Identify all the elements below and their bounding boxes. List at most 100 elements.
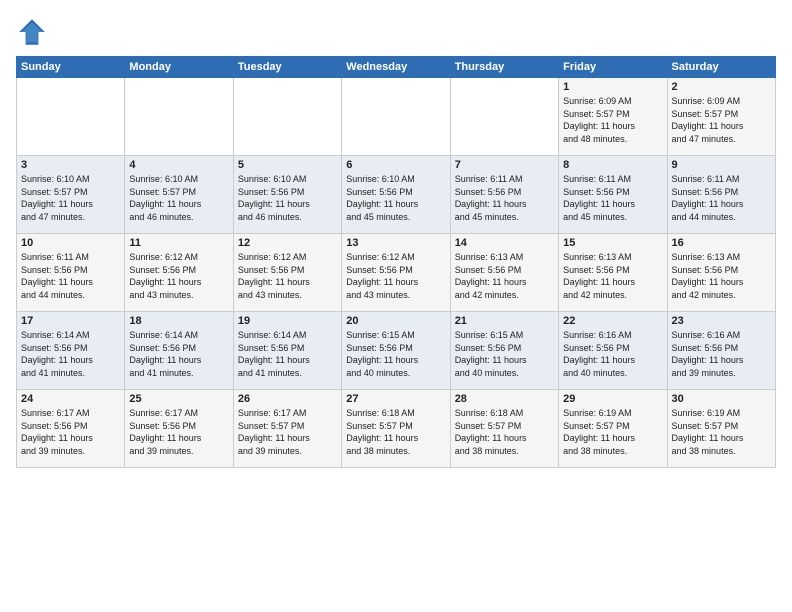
day-number: 23: [672, 315, 771, 327]
day-info: Sunrise: 6:12 AM Sunset: 5:56 PM Dayligh…: [238, 251, 337, 301]
day-cell: 15 Sunrise: 6:13 AM Sunset: 5:56 PM Dayli…: [559, 234, 667, 312]
day-number: 26: [238, 393, 337, 405]
day-cell: 28 Sunrise: 6:18 AM Sunset: 5:57 PM Dayli…: [450, 390, 558, 468]
day-info: Sunrise: 6:19 AM Sunset: 5:57 PM Dayligh…: [563, 407, 662, 457]
col-header-friday: Friday: [559, 57, 667, 78]
day-number: 29: [563, 393, 662, 405]
day-cell: 13 Sunrise: 6:12 AM Sunset: 5:56 PM Dayli…: [342, 234, 450, 312]
day-cell: 29 Sunrise: 6:19 AM Sunset: 5:57 PM Dayli…: [559, 390, 667, 468]
header: [16, 16, 776, 48]
day-info: Sunrise: 6:11 AM Sunset: 5:56 PM Dayligh…: [672, 173, 771, 223]
day-number: 10: [21, 237, 120, 249]
day-info: Sunrise: 6:13 AM Sunset: 5:56 PM Dayligh…: [563, 251, 662, 301]
day-info: Sunrise: 6:11 AM Sunset: 5:56 PM Dayligh…: [563, 173, 662, 223]
week-row-5: 24 Sunrise: 6:17 AM Sunset: 5:56 PM Dayli…: [17, 390, 776, 468]
day-cell: 6 Sunrise: 6:10 AM Sunset: 5:56 PM Daylig…: [342, 156, 450, 234]
day-cell: 7 Sunrise: 6:11 AM Sunset: 5:56 PM Daylig…: [450, 156, 558, 234]
day-number: 6: [346, 159, 445, 171]
day-number: 4: [129, 159, 228, 171]
header-row: SundayMondayTuesdayWednesdayThursdayFrid…: [17, 57, 776, 78]
day-number: 24: [21, 393, 120, 405]
day-info: Sunrise: 6:17 AM Sunset: 5:56 PM Dayligh…: [129, 407, 228, 457]
day-number: 21: [455, 315, 554, 327]
day-info: Sunrise: 6:12 AM Sunset: 5:56 PM Dayligh…: [129, 251, 228, 301]
week-row-1: 1 Sunrise: 6:09 AM Sunset: 5:57 PM Daylig…: [17, 78, 776, 156]
day-number: 7: [455, 159, 554, 171]
day-cell: 12Sunrise: 6:12 AM Sunset: 5:56 PM Dayli…: [233, 234, 341, 312]
day-number: 11: [129, 237, 228, 249]
day-number: 8: [563, 159, 662, 171]
day-info: Sunrise: 6:10 AM Sunset: 5:57 PM Dayligh…: [129, 173, 228, 223]
day-info: Sunrise: 6:09 AM Sunset: 5:57 PM Dayligh…: [672, 95, 771, 145]
page: SundayMondayTuesdayWednesdayThursdayFrid…: [0, 0, 792, 612]
day-info: Sunrise: 6:10 AM Sunset: 5:56 PM Dayligh…: [346, 173, 445, 223]
day-info: Sunrise: 6:15 AM Sunset: 5:56 PM Dayligh…: [346, 329, 445, 379]
day-info: Sunrise: 6:14 AM Sunset: 5:56 PM Dayligh…: [21, 329, 120, 379]
day-cell: 20Sunrise: 6:15 AM Sunset: 5:56 PM Dayli…: [342, 312, 450, 390]
day-info: Sunrise: 6:13 AM Sunset: 5:56 PM Dayligh…: [455, 251, 554, 301]
day-cell: 30 Sunrise: 6:19 AM Sunset: 5:57 PM Dayli…: [667, 390, 775, 468]
day-number: 27: [346, 393, 445, 405]
col-header-saturday: Saturday: [667, 57, 775, 78]
day-number: 19: [238, 315, 337, 327]
day-cell: [125, 78, 233, 156]
day-cell: [233, 78, 341, 156]
day-cell: 2 Sunrise: 6:09 AM Sunset: 5:57 PM Daylig…: [667, 78, 775, 156]
col-header-sunday: Sunday: [17, 57, 125, 78]
day-cell: 14 Sunrise: 6:13 AM Sunset: 5:56 PM Dayli…: [450, 234, 558, 312]
day-info: Sunrise: 6:16 AM Sunset: 5:56 PM Dayligh…: [563, 329, 662, 379]
day-cell: 27 Sunrise: 6:18 AM Sunset: 5:57 PM Dayli…: [342, 390, 450, 468]
day-cell: 5 Sunrise: 6:10 AM Sunset: 5:56 PM Daylig…: [233, 156, 341, 234]
day-number: 5: [238, 159, 337, 171]
day-info: Sunrise: 6:12 AM Sunset: 5:56 PM Dayligh…: [346, 251, 445, 301]
day-number: 1: [563, 81, 662, 93]
day-cell: 26 Sunrise: 6:17 AM Sunset: 5:57 PM Dayli…: [233, 390, 341, 468]
day-cell: 24 Sunrise: 6:17 AM Sunset: 5:56 PM Dayli…: [17, 390, 125, 468]
day-cell: 25 Sunrise: 6:17 AM Sunset: 5:56 PM Dayli…: [125, 390, 233, 468]
calendar-table: SundayMondayTuesdayWednesdayThursdayFrid…: [16, 56, 776, 468]
day-number: 28: [455, 393, 554, 405]
day-number: 13: [346, 237, 445, 249]
day-info: Sunrise: 6:18 AM Sunset: 5:57 PM Dayligh…: [455, 407, 554, 457]
week-row-4: 17Sunrise: 6:14 AM Sunset: 5:56 PM Dayli…: [17, 312, 776, 390]
day-info: Sunrise: 6:14 AM Sunset: 5:56 PM Dayligh…: [238, 329, 337, 379]
day-cell: [17, 78, 125, 156]
col-header-thursday: Thursday: [450, 57, 558, 78]
day-info: Sunrise: 6:10 AM Sunset: 5:57 PM Dayligh…: [21, 173, 120, 223]
day-number: 3: [21, 159, 120, 171]
day-info: Sunrise: 6:11 AM Sunset: 5:56 PM Dayligh…: [21, 251, 120, 301]
day-cell: 9 Sunrise: 6:11 AM Sunset: 5:56 PM Daylig…: [667, 156, 775, 234]
day-info: Sunrise: 6:09 AM Sunset: 5:57 PM Dayligh…: [563, 95, 662, 145]
day-cell: 1 Sunrise: 6:09 AM Sunset: 5:57 PM Daylig…: [559, 78, 667, 156]
day-cell: 22 Sunrise: 6:16 AM Sunset: 5:56 PM Dayli…: [559, 312, 667, 390]
day-number: 9: [672, 159, 771, 171]
day-cell: 8 Sunrise: 6:11 AM Sunset: 5:56 PM Daylig…: [559, 156, 667, 234]
day-info: Sunrise: 6:17 AM Sunset: 5:57 PM Dayligh…: [238, 407, 337, 457]
week-row-3: 10 Sunrise: 6:11 AM Sunset: 5:56 PM Dayli…: [17, 234, 776, 312]
day-info: Sunrise: 6:17 AM Sunset: 5:56 PM Dayligh…: [21, 407, 120, 457]
day-number: 2: [672, 81, 771, 93]
day-number: 14: [455, 237, 554, 249]
day-number: 18: [129, 315, 228, 327]
day-info: Sunrise: 6:10 AM Sunset: 5:56 PM Dayligh…: [238, 173, 337, 223]
day-info: Sunrise: 6:19 AM Sunset: 5:57 PM Dayligh…: [672, 407, 771, 457]
day-info: Sunrise: 6:15 AM Sunset: 5:56 PM Dayligh…: [455, 329, 554, 379]
day-info: Sunrise: 6:13 AM Sunset: 5:56 PM Dayligh…: [672, 251, 771, 301]
day-number: 30: [672, 393, 771, 405]
day-cell: 11 Sunrise: 6:12 AM Sunset: 5:56 PM Dayli…: [125, 234, 233, 312]
day-cell: 17Sunrise: 6:14 AM Sunset: 5:56 PM Dayli…: [17, 312, 125, 390]
day-cell: 16Sunrise: 6:13 AM Sunset: 5:56 PM Dayli…: [667, 234, 775, 312]
day-cell: 18Sunrise: 6:14 AM Sunset: 5:56 PM Dayli…: [125, 312, 233, 390]
day-number: 25: [129, 393, 228, 405]
day-number: 15: [563, 237, 662, 249]
week-row-2: 3 Sunrise: 6:10 AM Sunset: 5:57 PM Daylig…: [17, 156, 776, 234]
day-cell: 23Sunrise: 6:16 AM Sunset: 5:56 PM Dayli…: [667, 312, 775, 390]
day-info: Sunrise: 6:11 AM Sunset: 5:56 PM Dayligh…: [455, 173, 554, 223]
day-number: 22: [563, 315, 662, 327]
day-cell: 10 Sunrise: 6:11 AM Sunset: 5:56 PM Dayli…: [17, 234, 125, 312]
logo-icon: [16, 16, 48, 48]
day-info: Sunrise: 6:18 AM Sunset: 5:57 PM Dayligh…: [346, 407, 445, 457]
day-cell: [450, 78, 558, 156]
day-cell: 3 Sunrise: 6:10 AM Sunset: 5:57 PM Daylig…: [17, 156, 125, 234]
col-header-tuesday: Tuesday: [233, 57, 341, 78]
